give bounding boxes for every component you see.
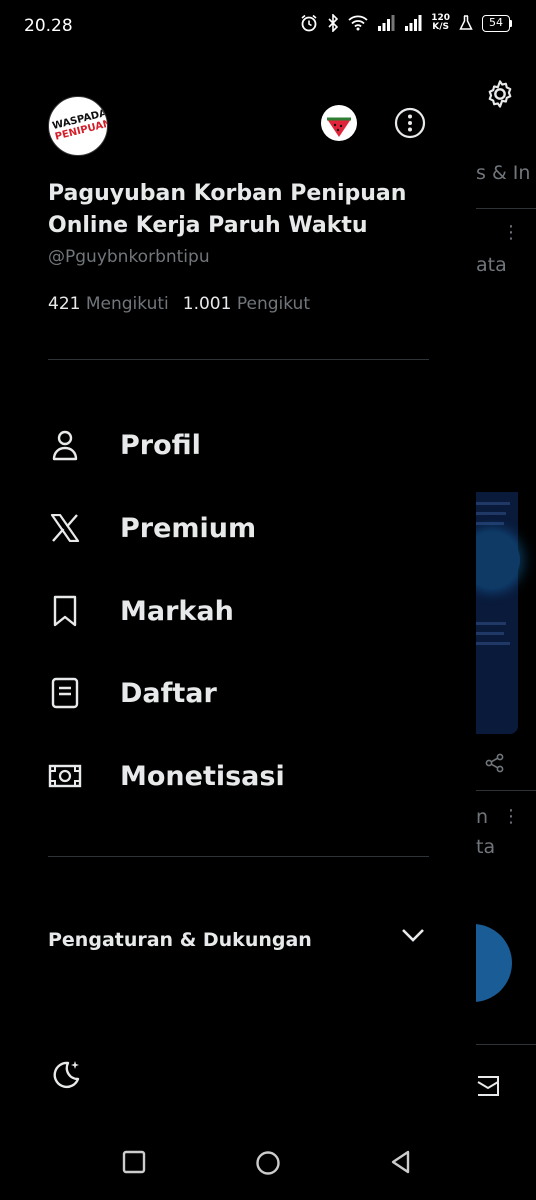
followers-count: 1.001	[182, 294, 232, 314]
divider	[48, 359, 429, 360]
user-handle[interactable]: @Pguybnkorbntipu	[48, 247, 210, 267]
follow-stats: 421 Mengikuti 1.001 Pengikut	[48, 294, 310, 314]
navigation-drawer: WASPADA PENIPUAN!! Paguyuban Korban Peni…	[0, 54, 476, 1134]
settings-support-label: Pengaturan & Dukungan	[48, 929, 312, 951]
system-nav-bar	[0, 1134, 536, 1200]
battery-level: 54	[482, 14, 510, 32]
more-options-icon[interactable]	[393, 106, 427, 140]
status-time: 20.28	[24, 16, 73, 36]
bg-text: ta	[476, 836, 496, 858]
bg-card-line	[476, 522, 504, 525]
bg-divider	[476, 208, 536, 209]
menu-item-daftar[interactable]: Daftar	[48, 663, 428, 723]
person-icon	[48, 428, 82, 462]
avatar[interactable]: WASPADA PENIPUAN!!	[48, 96, 108, 156]
wifi-icon	[348, 15, 368, 31]
menu-item-profil[interactable]: Profil	[48, 415, 428, 475]
back-icon[interactable]	[389, 1150, 413, 1174]
more-icon[interactable]: ⋮	[502, 806, 520, 827]
bg-card-line	[476, 632, 504, 635]
bg-card-line	[476, 622, 506, 625]
more-icon[interactable]: ⋮	[502, 222, 520, 243]
recents-icon[interactable]	[122, 1150, 146, 1174]
alarm-icon	[301, 14, 317, 32]
menu-item-markah[interactable]: Markah	[48, 581, 428, 641]
following-count: 421	[48, 294, 81, 314]
bg-card-line	[476, 512, 506, 515]
following-stat[interactable]: 421 Mengikuti	[48, 294, 169, 314]
menu-item-label: Markah	[120, 595, 234, 627]
display-name[interactable]: Paguyuban Korban Penipuan Online Kerja P…	[48, 178, 428, 242]
signal-2-icon	[405, 15, 422, 31]
bg-divider	[476, 1044, 536, 1045]
bg-text: ata	[476, 254, 507, 276]
x-logo-icon	[48, 511, 82, 545]
battery-indicator: 54	[482, 14, 512, 32]
bg-text: n	[476, 806, 489, 828]
bg-card-line	[476, 502, 510, 505]
menu-item-label: Daftar	[120, 677, 217, 709]
compose-fab[interactable]	[476, 924, 512, 1002]
list-icon	[48, 676, 82, 710]
flask-icon	[459, 15, 473, 30]
status-icons: 120 K/S 54	[300, 14, 512, 32]
battery-tip	[510, 19, 512, 27]
status-bar: 20.28 120 K/S 54	[0, 0, 536, 54]
followers-stat[interactable]: 1.001 Pengikut	[183, 294, 310, 314]
gear-icon[interactable]	[484, 78, 516, 110]
account-switcher-avatar[interactable]	[321, 105, 357, 141]
bookmark-icon	[48, 594, 82, 628]
avatar-caption: WASPADA PENIPUAN!!	[51, 105, 107, 143]
divider	[48, 856, 429, 857]
home-icon[interactable]	[255, 1150, 281, 1176]
following-label: Mengikuti	[85, 294, 169, 314]
dark-mode-icon[interactable]	[48, 1057, 84, 1093]
bg-card-line	[476, 642, 510, 645]
settings-support-toggle[interactable]: Pengaturan & Dukungan	[48, 920, 428, 960]
bg-divider	[476, 790, 536, 791]
net-speed-unit: K/S	[432, 22, 449, 32]
followers-label: Pengikut	[236, 294, 310, 314]
menu-item-monetisasi[interactable]: Monetisasi	[48, 746, 428, 806]
watermelon-avatar-icon	[327, 117, 351, 137]
bg-media-card[interactable]	[476, 492, 518, 734]
menu-item-label: Monetisasi	[120, 760, 285, 792]
signal-1-icon	[378, 15, 395, 31]
mail-icon[interactable]	[476, 1074, 500, 1098]
chevron-down-icon	[402, 929, 424, 942]
bluetooth-icon	[328, 14, 339, 32]
background-tab[interactable]: s & In	[476, 162, 530, 184]
share-icon[interactable]	[484, 752, 506, 774]
menu-item-premium[interactable]: Premium	[48, 498, 428, 558]
menu-item-label: Profil	[120, 429, 201, 461]
net-speed: 120 K/S	[431, 14, 450, 32]
money-icon	[48, 759, 82, 793]
menu-item-label: Premium	[120, 512, 257, 544]
background-timeline[interactable]: s & In ⋮ ata n ⋮ ta	[476, 54, 536, 1134]
